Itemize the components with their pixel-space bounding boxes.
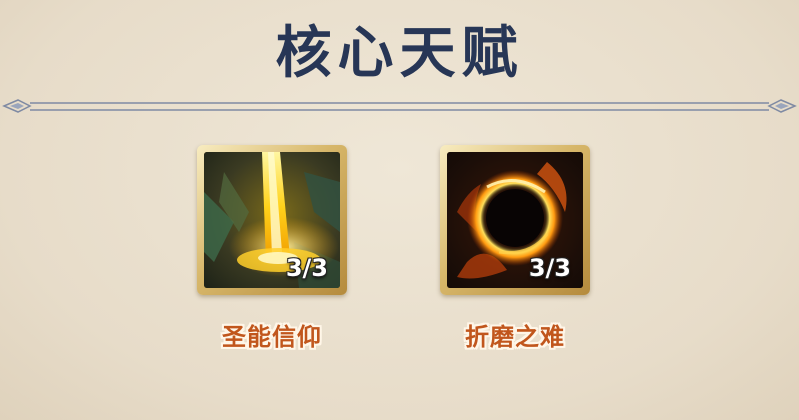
talent-icon-frame: 3/3 bbox=[197, 145, 347, 295]
talent-rank: 3/3 bbox=[285, 254, 328, 282]
talent-slot-holy-faith[interactable]: 3/3 圣能信仰 bbox=[197, 145, 347, 365]
talent-name: 圣能信仰 bbox=[222, 323, 322, 351]
page-title: 核心天赋 bbox=[275, 20, 524, 86]
core-talents: 3/3 圣能信仰 3/3 折磨之难 bbox=[0, 145, 799, 375]
talent-icon-art: 3/3 bbox=[447, 152, 583, 288]
talent-slot-torment[interactable]: 3/3 折磨之难 bbox=[440, 145, 590, 365]
ornamental-divider bbox=[2, 99, 797, 113]
talent-name: 折磨之难 bbox=[465, 323, 565, 351]
talent-rank: 3/3 bbox=[528, 254, 571, 282]
talent-icon-frame: 3/3 bbox=[440, 145, 590, 295]
talent-panel: 核心天赋 3/3 圣能信仰 3/3 折磨之难 bbox=[0, 0, 799, 420]
talent-icon-art: 3/3 bbox=[204, 152, 340, 288]
